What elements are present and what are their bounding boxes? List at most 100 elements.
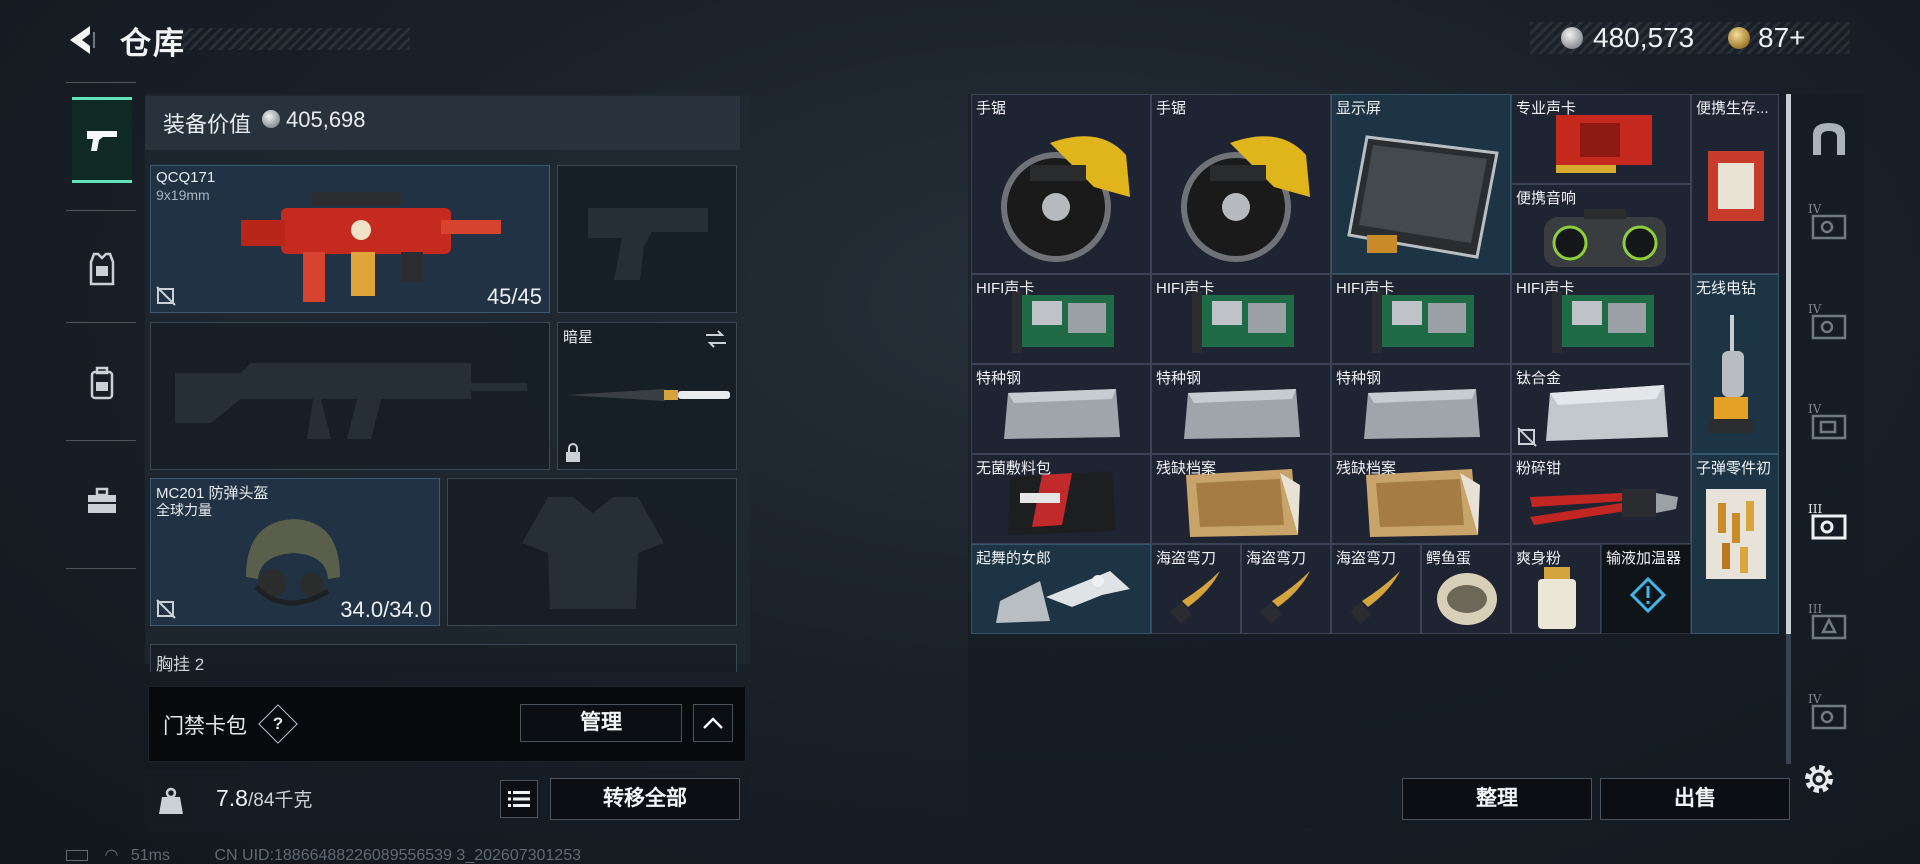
premium-currency[interactable]: 87+: [1758, 22, 1806, 54]
armor-silhouette-icon: [522, 497, 664, 609]
item-cell[interactable]: 残缺档案: [1331, 454, 1511, 544]
item-name: 显示屏: [1336, 100, 1382, 117]
page-tier: IV: [1808, 402, 1822, 416]
add-currency-button[interactable]: +: [1789, 22, 1805, 53]
item-cell[interactable]: 专业声卡: [1511, 94, 1691, 184]
item-name: 海盗弯刀: [1156, 550, 1217, 567]
transfer-all-button[interactable]: 转移全部: [550, 778, 740, 820]
carry-weight-max: /84千克: [247, 790, 313, 811]
storage-page-tab[interactable]: III: [1806, 602, 1852, 648]
item-cell[interactable]: 输液加温器: [1601, 544, 1691, 634]
item-name: 特种钢: [1156, 370, 1202, 387]
item-name: 便携音响: [1516, 190, 1577, 207]
nav-tab-case[interactable]: [72, 458, 132, 544]
powder-bottle-image: [1538, 567, 1576, 629]
list-view-button[interactable]: [500, 780, 538, 818]
storage-page-tab[interactable]: IV: [1806, 202, 1852, 248]
melee-slot[interactable]: 暗星: [557, 322, 737, 470]
sell-button[interactable]: 出售: [1600, 778, 1790, 820]
secondary-weapon-slot[interactable]: [150, 322, 550, 470]
storage-home-icon: [1813, 123, 1845, 155]
item-cell[interactable]: 残缺档案: [1151, 454, 1331, 544]
smg-image: [241, 192, 501, 302]
crusher-pliers-image: [1530, 489, 1678, 525]
nav-tab-weapons[interactable]: [72, 97, 132, 183]
item-cell[interactable]: 便携生存...: [1691, 94, 1779, 274]
no-insurance-icon: [1517, 427, 1537, 447]
display-panel-image: [1347, 135, 1499, 259]
item-cell[interactable]: 子弹零件初: [1691, 454, 1779, 634]
page-tier: III: [1808, 502, 1823, 516]
item-cell[interactable]: 海盗弯刀: [1151, 544, 1241, 634]
scrollbar-thumb[interactable]: [1786, 94, 1791, 634]
item-cell[interactable]: 海盗弯刀: [1331, 544, 1421, 634]
gun-icon: [87, 131, 117, 151]
gear-icon: [1805, 765, 1833, 793]
chevron-up-icon: [703, 717, 723, 729]
chest-rig-section[interactable]: 胸挂 2: [150, 644, 737, 674]
item-cell[interactable]: 起舞的女郎: [971, 544, 1151, 634]
nav-tab-backpack[interactable]: [72, 340, 132, 426]
item-cell[interactable]: 粉碎钳: [1511, 454, 1691, 544]
briefcase-icon: [88, 487, 116, 513]
nav-tab-armor[interactable]: [72, 226, 132, 312]
item-name: HIFI声卡: [1516, 280, 1575, 297]
item-cell[interactable]: HIFI声卡: [1151, 274, 1331, 364]
item-cell[interactable]: 海盗弯刀: [1241, 544, 1331, 634]
back-button[interactable]: [62, 20, 102, 60]
storage-page-tab[interactable]: IV: [1806, 402, 1852, 448]
sort-button[interactable]: 整理: [1402, 778, 1592, 820]
item-name: 输液加温器: [1606, 550, 1682, 567]
item-cell[interactable]: HIFI声卡: [971, 274, 1151, 364]
item-name: 无菌敷料包: [976, 460, 1052, 477]
item-cell[interactable]: 特种钢: [1331, 364, 1511, 454]
title-decoration: [180, 28, 410, 50]
ping-value: 51ms: [130, 847, 170, 864]
item-cell[interactable]: 显示屏: [1331, 94, 1511, 274]
armor-vest-icon: [89, 252, 115, 286]
item-name: 鳄鱼蛋: [1426, 550, 1472, 567]
helmet-maker: 全球力量: [156, 502, 212, 518]
item-name: 专业声卡: [1516, 100, 1577, 117]
item-cell[interactable]: 特种钢: [971, 364, 1151, 454]
item-cell[interactable]: 无菌敷料包: [971, 454, 1151, 544]
item-cell[interactable]: 钛合金: [1511, 364, 1691, 454]
backpack-icon: [90, 366, 114, 400]
storage-home-tab[interactable]: [1806, 116, 1852, 162]
premium-currency-value: 87: [1758, 22, 1790, 53]
chest-rig-count: 2: [194, 655, 205, 674]
equipment-value: 405,698: [286, 107, 366, 132]
item-cell[interactable]: HIFI声卡: [1331, 274, 1511, 364]
expand-button[interactable]: [693, 704, 733, 742]
helmet-slot[interactable]: MC201 防弹头盔 全球力量 34.0/34.0: [150, 478, 440, 626]
item-cell[interactable]: 手锯: [1151, 94, 1331, 274]
carry-weight: 7.8/84千克: [216, 785, 312, 812]
back-arrow-icon: [70, 26, 95, 54]
equipment-value-label: 装备价值: [163, 112, 252, 137]
item-cell[interactable]: 无线电钻: [1691, 274, 1779, 454]
swap-icon[interactable]: [704, 329, 728, 349]
item-cell[interactable]: 手锯: [971, 94, 1151, 274]
money-value: 480,573: [1593, 22, 1695, 53]
helmet-durability: 34.0/34.0: [340, 597, 432, 622]
manage-button[interactable]: 管理: [520, 704, 682, 742]
storage-page-tab[interactable]: IV: [1806, 692, 1852, 738]
storage-page-tab[interactable]: IV: [1806, 302, 1852, 348]
item-name: 特种钢: [1336, 370, 1382, 387]
settings-button[interactable]: [1800, 760, 1842, 802]
primary-weapon-slot[interactable]: QCQ171 9x19mm 45/45: [150, 165, 550, 313]
item-name: 手锯: [976, 100, 1007, 117]
nav-divider: [66, 440, 136, 441]
sidearm-slot[interactable]: [557, 165, 737, 313]
storage-page-tab-active[interactable]: III: [1806, 502, 1852, 548]
item-cell[interactable]: 爽身粉: [1511, 544, 1601, 634]
weapon-name: QCQ171: [156, 169, 216, 186]
item-cell[interactable]: 便携音响: [1511, 184, 1691, 274]
item-cell[interactable]: 特种钢: [1151, 364, 1331, 454]
no-insurance-icon: [156, 599, 176, 619]
item-cell[interactable]: 鳄鱼蛋: [1421, 544, 1511, 634]
item-name: 无线电钻: [1696, 280, 1757, 297]
item-cell[interactable]: HIFI声卡: [1511, 274, 1691, 364]
steel-ingot-image: [1184, 389, 1300, 439]
body-armor-slot[interactable]: [447, 478, 737, 626]
